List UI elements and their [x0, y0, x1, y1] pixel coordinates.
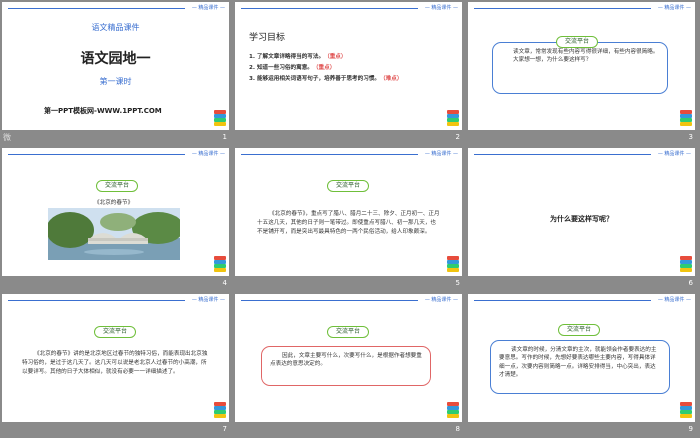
- goal-item-2: 2. 知道一些习俗的寓意。（重点）: [249, 65, 336, 71]
- slide-cell-7[interactable]: — 精品课件 — 交流平台 《北京的春节》讲的是北京地区过春节的独特习俗，而能表…: [0, 292, 233, 438]
- slide-number: 1: [222, 133, 227, 141]
- books-icon: [213, 110, 227, 128]
- corner-text: 微: [3, 133, 11, 142]
- slide-title: 语文园地一: [80, 51, 151, 67]
- website-text: 第一PPT模板网-WWW.1PPT.COM: [44, 107, 162, 115]
- header-tag: — 精品课件 —: [424, 151, 458, 157]
- pill-label: 交流平台: [556, 36, 599, 48]
- books-icon: [446, 110, 460, 128]
- content-box: 读文章，常常发现有些内容写得很详细，有些内容很简略。 大家想一想，为什么要这样写…: [492, 42, 668, 94]
- slide-cell-6[interactable]: — 精品课件 — 为什么要这样写呢？ 6: [466, 146, 699, 292]
- slide-number: 4: [222, 279, 227, 287]
- slide-4[interactable]: — 精品课件 — 交流平台 《北京的春节》: [2, 148, 229, 276]
- slide-number: 7: [222, 425, 227, 433]
- slide-grid: — 精品课件 — 语文精品课件 语文园地一 第一课时 第一PPT模板网-WWW.…: [0, 0, 700, 438]
- slide-number: 8: [455, 425, 460, 433]
- books-icon: [213, 402, 227, 420]
- slide-cell-9[interactable]: — 精品课件 — 读文章的时候，分清文章的主次，就能领会作者要表达的主要意思。写…: [466, 292, 699, 438]
- slide-subtitle: 第一课时: [99, 77, 132, 86]
- books-icon: [213, 256, 227, 274]
- books-icon: [679, 110, 693, 128]
- header-tag: — 精品课件 —: [657, 5, 691, 11]
- header-line: [8, 8, 185, 9]
- content-box: 因此，文章主要写什么，次要写什么，是根据作者想要重点表达的意思决定的。: [261, 346, 431, 386]
- slide-9[interactable]: — 精品课件 — 读文章的时候，分清文章的主次，就能领会作者要表达的主要意思。写…: [468, 294, 695, 422]
- park-bridge-image: [48, 208, 180, 260]
- pill-label: 交流平台: [327, 326, 370, 338]
- slide-cell-3[interactable]: — 精品课件 — 读文章，常常发现有些内容写得很详细，有些内容很简略。 大家想一…: [466, 0, 699, 146]
- slide-cell-5[interactable]: — 精品课件 — 交流平台 《北京的春节》，重点写了腊八、腊月二十三、除夕、正月…: [233, 146, 466, 292]
- goal-item-3: 3. 能够运用相关词语写句子，培养善于思考的习惯。（难点）: [249, 76, 403, 82]
- slide-category: 语文精品课件: [91, 23, 140, 32]
- header-tag: — 精品课件 —: [191, 297, 225, 303]
- header-line: [474, 8, 651, 9]
- books-icon: [446, 402, 460, 420]
- slide-number: 3: [688, 133, 693, 141]
- slide-number: 9: [688, 425, 693, 433]
- slide-cell-4[interactable]: — 精品课件 — 交流平台 《北京的春节》 4: [0, 146, 233, 292]
- header-line: [241, 154, 418, 155]
- header-line: [241, 300, 418, 301]
- header-tag: — 精品课件 —: [191, 151, 225, 157]
- pill-label: 交流平台: [558, 324, 601, 336]
- pill-label: 交流平台: [96, 180, 139, 192]
- header-tag: — 精品课件 —: [424, 297, 458, 303]
- books-icon: [446, 256, 460, 274]
- header-line: [241, 8, 418, 9]
- image-caption: 《北京的春节》: [94, 200, 134, 206]
- slide-number: 6: [688, 279, 693, 287]
- slide-cell-8[interactable]: — 精品课件 — 交流平台 因此，文章主要写什么，次要写什么，是根据作者想要重点…: [233, 292, 466, 438]
- slide-number: 2: [455, 133, 460, 141]
- header-line: [474, 300, 651, 301]
- header-tag: — 精品课件 —: [191, 5, 225, 11]
- body-text: 《北京的春节》讲的是北京地区过春节的独特习俗，而能表现出北京独特习俗的，是过于这…: [22, 351, 208, 375]
- slide-heading: 学习目标: [249, 33, 286, 43]
- slide-5[interactable]: — 精品课件 — 交流平台 《北京的春节》，重点写了腊八、腊月二十三、除夕、正月…: [235, 148, 462, 276]
- books-icon: [679, 402, 693, 420]
- books-icon: [679, 256, 693, 274]
- header-line: [8, 154, 185, 155]
- pill-label: 交流平台: [94, 326, 137, 338]
- header-tag: — 精品课件 —: [657, 151, 691, 157]
- slide-8[interactable]: — 精品课件 — 交流平台 因此，文章主要写什么，次要写什么，是根据作者想要重点…: [235, 294, 462, 422]
- header-tag: — 精品课件 —: [424, 5, 458, 11]
- slide-2[interactable]: — 精品课件 — 学习目标 1. 了解文章详略得当的写法。（重点） 2. 知道一…: [235, 2, 462, 130]
- slide-6[interactable]: — 精品课件 — 为什么要这样写呢？: [468, 148, 695, 276]
- body-text: 《北京的春节》，重点写了腊八、腊月二十三、除夕、正月初一、正月十五这几天，其他的…: [257, 211, 440, 235]
- slide-1[interactable]: — 精品课件 — 语文精品课件 语文园地一 第一课时 第一PPT模板网-WWW.…: [2, 2, 229, 130]
- goal-item-1: 1. 了解文章详略得当的写法。（重点）: [249, 54, 347, 60]
- slide-3[interactable]: — 精品课件 — 读文章，常常发现有些内容写得很详细，有些内容很简略。 大家想一…: [468, 2, 695, 130]
- header-line: [474, 154, 651, 155]
- slide-7[interactable]: — 精品课件 — 交流平台 《北京的春节》讲的是北京地区过春节的独特习俗，而能表…: [2, 294, 229, 422]
- slide-number: 5: [455, 279, 460, 287]
- question-text: 为什么要这样写呢？: [550, 215, 613, 223]
- header-tag: — 精品课件 —: [657, 297, 691, 303]
- content-box: 读文章的时候，分清文章的主次，就能领会作者要表达的主要意思。写作的时候，先想好要…: [490, 340, 670, 394]
- pill-label: 交流平台: [327, 180, 370, 192]
- slide-cell-1[interactable]: — 精品课件 — 语文精品课件 语文园地一 第一课时 第一PPT模板网-WWW.…: [0, 0, 233, 146]
- goal-list: 1. 了解文章详略得当的写法。（重点） 2. 知道一些习俗的寓意。（重点） 3.…: [249, 52, 402, 85]
- header-line: [8, 300, 185, 301]
- slide-cell-2[interactable]: — 精品课件 — 学习目标 1. 了解文章详略得当的写法。（重点） 2. 知道一…: [233, 0, 466, 146]
